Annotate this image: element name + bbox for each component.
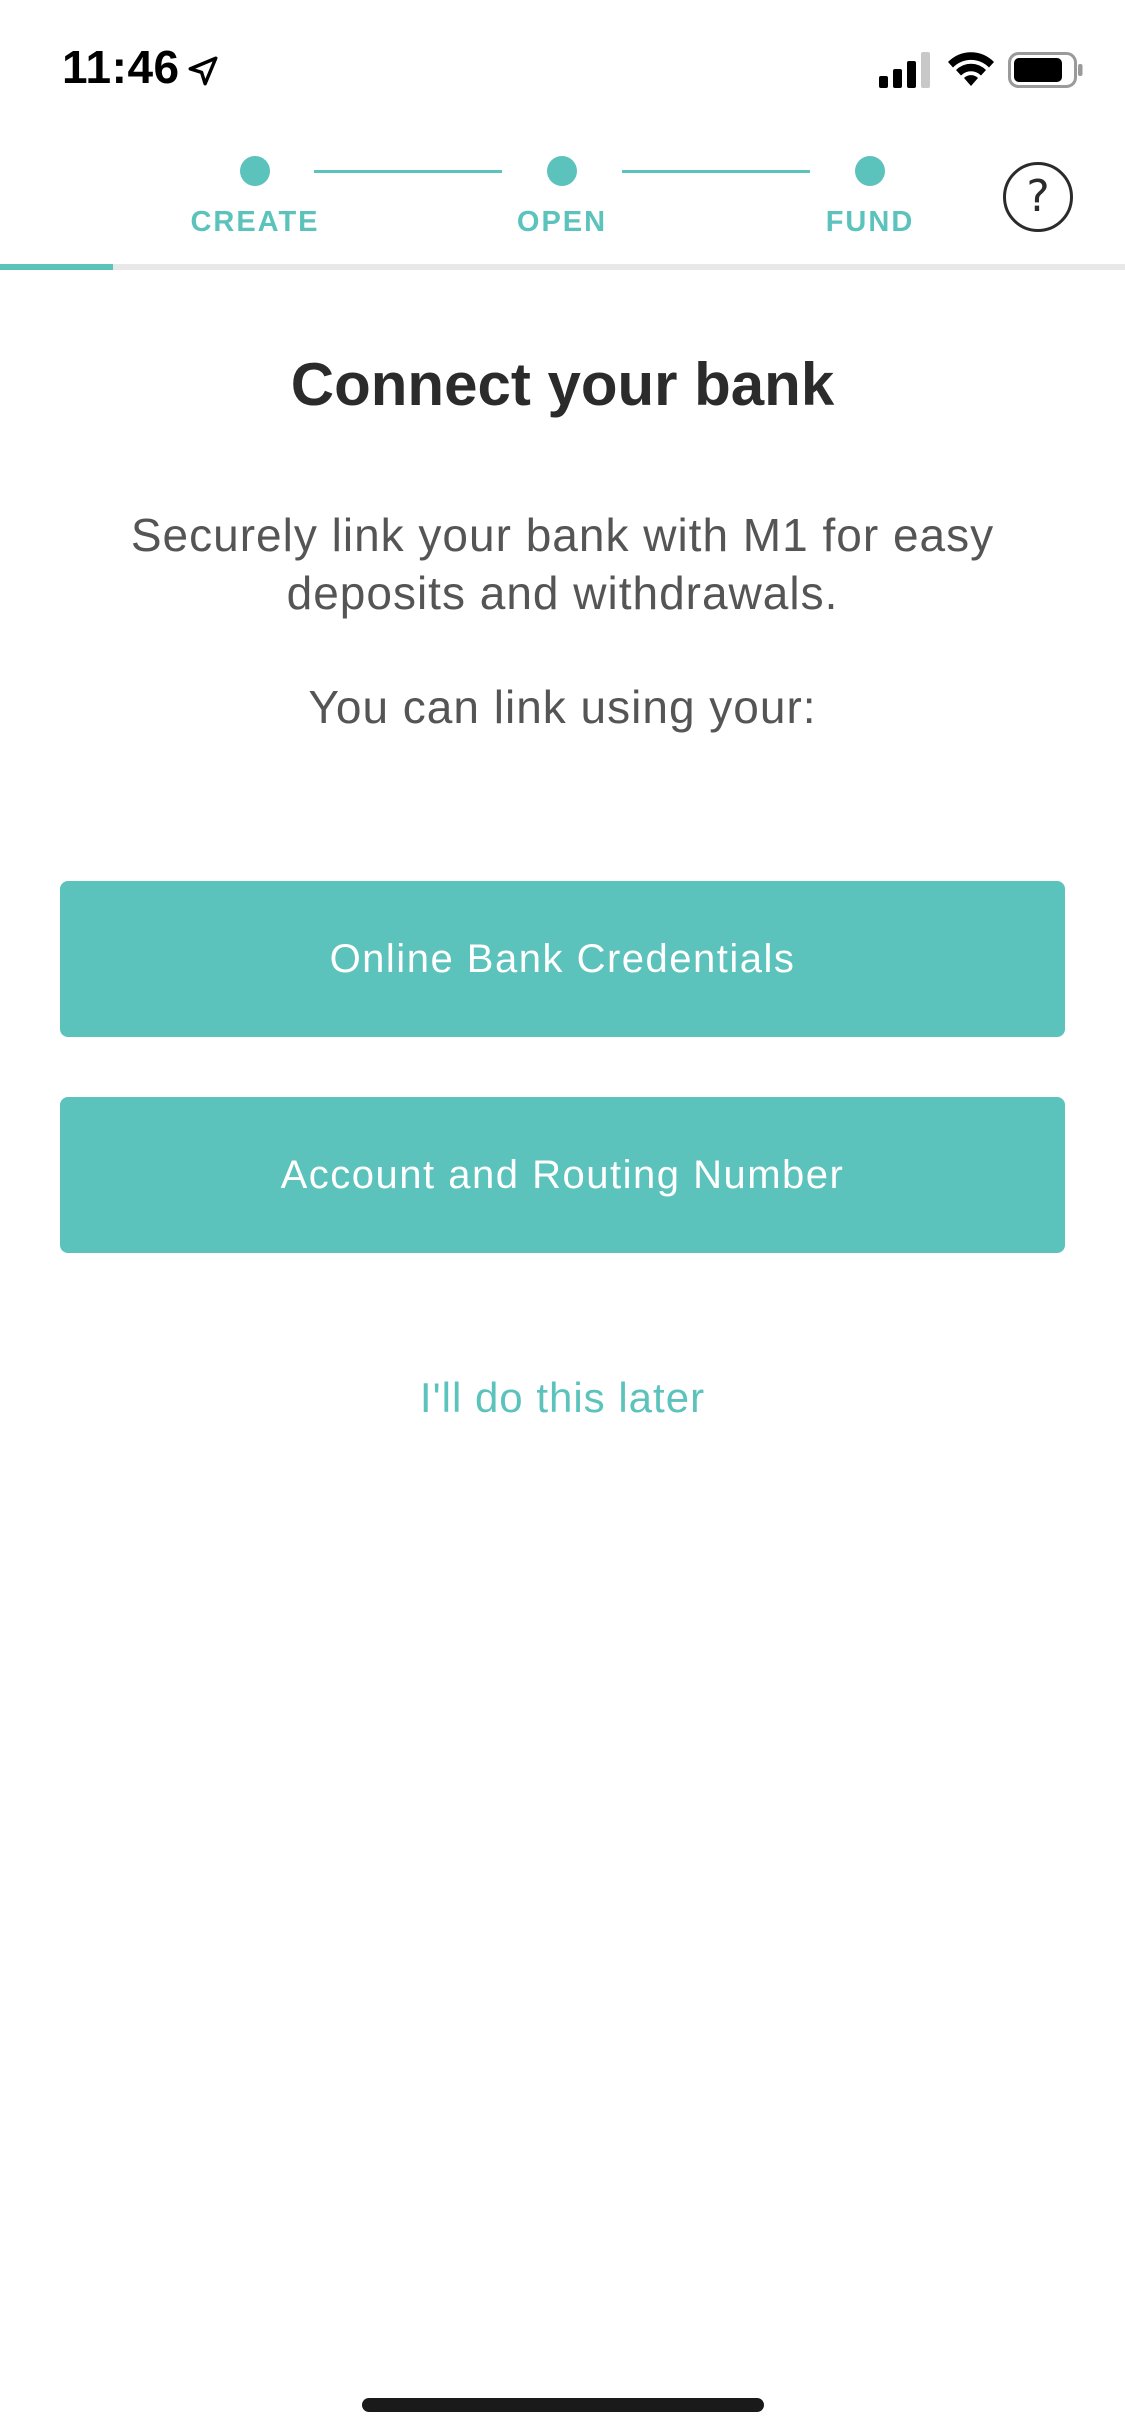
status-bar: 11:46 [0, 0, 1125, 130]
online-bank-credentials-button[interactable]: Online Bank Credentials [60, 881, 1065, 1037]
page-title: Connect your bank [290, 351, 835, 418]
account-routing-number-label: Account and Routing Number [280, 1152, 845, 1197]
link-options-prompt: You can link using your: [308, 681, 817, 733]
help-button[interactable]: ? [1003, 162, 1073, 232]
step-connector [314, 170, 502, 173]
home-indicator [362, 2398, 764, 2412]
online-bank-credentials-label: Online Bank Credentials [329, 936, 796, 981]
step-dot-create [240, 156, 270, 186]
battery-icon [1008, 52, 1083, 88]
step-dot-open [547, 156, 577, 186]
do-this-later-link[interactable]: I'll do this later [0, 1374, 1125, 1422]
progress-stepper: CREATE OPEN FUND ? [0, 130, 1125, 270]
status-time: 11:46 [62, 41, 180, 93]
step-label-fund: FUND [825, 206, 915, 238]
step-dot-fund [855, 156, 885, 186]
wifi-icon [948, 52, 994, 86]
question-mark-icon: ? [1026, 171, 1050, 222]
cellular-signal-icon [879, 52, 930, 88]
step-label-open: OPEN [516, 206, 608, 238]
progress-track [0, 264, 1125, 270]
step-connector [622, 170, 810, 173]
account-routing-number-button[interactable]: Account and Routing Number [60, 1097, 1065, 1253]
location-arrow-icon [188, 56, 218, 86]
progress-bar-fill [0, 264, 113, 270]
step-label-create: CREATE [190, 206, 320, 238]
description-text: Securely link your bank with M1 for easy… [130, 509, 995, 619]
